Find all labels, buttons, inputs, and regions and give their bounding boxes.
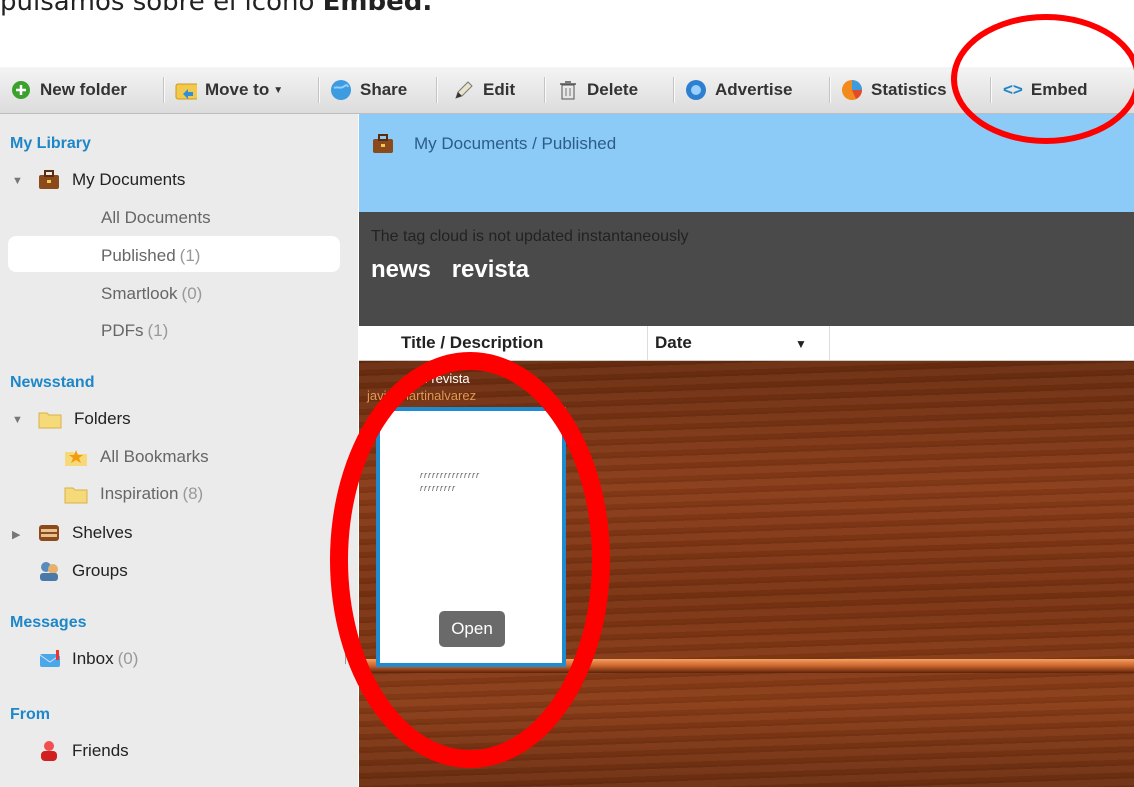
expand-triangle-icon[interactable]: ▼ [12, 414, 23, 426]
folder-move-icon [175, 79, 197, 101]
share-button[interactable]: Share [330, 67, 407, 113]
add-icon [10, 79, 32, 101]
move-to-button[interactable]: Move to ▼ [175, 67, 283, 113]
sidebar: My Library ▼ My Documents All Documents … [0, 114, 358, 787]
friends-icon [38, 740, 60, 762]
sidebar-item-inbox[interactable]: Inbox (0) [38, 649, 138, 669]
sidebar-item-all-bookmarks[interactable]: All Bookmarks [64, 447, 209, 467]
trash-icon [557, 79, 579, 101]
sidebar-item-all-documents[interactable]: All Documents [101, 208, 211, 228]
sidebar-item-published[interactable]: Published (1) [101, 246, 200, 266]
sidebar-item-smartlook[interactable]: Smartlook (0) [101, 284, 202, 304]
annotation-circle-document [330, 352, 610, 768]
sidebar-item-my-documents[interactable]: My Documents [38, 170, 185, 190]
instruction-caption: pulsamos sobre el icono Embed. [0, 0, 433, 17]
sort-dropdown-icon[interactable]: ▼ [795, 337, 807, 351]
new-folder-button[interactable]: New folder [10, 67, 127, 113]
sidebar-item-inspiration[interactable]: Inspiration (8) [64, 484, 203, 504]
pie-chart-icon [841, 79, 863, 101]
sidebar-item-friends[interactable]: Friends [38, 740, 129, 762]
tag-cloud-note: The tag cloud is not updated instantaneo… [371, 228, 689, 245]
title-description-column[interactable]: Title / Description [401, 333, 543, 353]
tag-link[interactable]: news [371, 256, 431, 283]
bookmark-star-icon [64, 447, 88, 467]
delete-button[interactable]: Delete [557, 67, 638, 113]
chevron-down-icon: ▼ [273, 84, 284, 96]
sidebar-item-groups[interactable]: Groups [38, 560, 128, 582]
statistics-button[interactable]: Statistics [841, 67, 947, 113]
pencil-icon [453, 79, 475, 101]
advertise-button[interactable]: Advertise [685, 67, 792, 113]
from-heading: From [10, 706, 50, 723]
annotation-circle-embed [951, 14, 1134, 144]
expand-triangle-icon[interactable]: ▼ [12, 175, 23, 187]
globe-icon [330, 79, 352, 101]
advertise-icon [685, 79, 707, 101]
sidebar-item-pdfs[interactable]: PDFs (1) [101, 321, 168, 341]
inbox-icon [38, 649, 64, 669]
messages-heading: Messages [10, 614, 87, 631]
briefcase-icon [372, 134, 394, 159]
tag-link[interactable]: revista [452, 256, 529, 283]
my-library-heading: My Library [10, 135, 91, 152]
shelves-icon [38, 523, 60, 543]
groups-icon [38, 560, 60, 582]
tag-cloud: The tag cloud is not updated instantaneo… [359, 212, 1134, 326]
breadcrumb[interactable]: My Documents / Published [414, 134, 616, 154]
collapse-triangle-icon[interactable]: ▶ [12, 528, 20, 541]
sidebar-item-shelves[interactable]: Shelves [38, 523, 132, 543]
sidebar-item-folders[interactable]: Folders [38, 409, 131, 429]
edit-button[interactable]: Edit [453, 67, 515, 113]
date-column[interactable]: Date [655, 333, 692, 353]
folder-icon [64, 484, 88, 504]
briefcase-icon [38, 170, 60, 190]
folder-icon [38, 409, 62, 429]
newsstand-heading: Newsstand [10, 374, 95, 391]
